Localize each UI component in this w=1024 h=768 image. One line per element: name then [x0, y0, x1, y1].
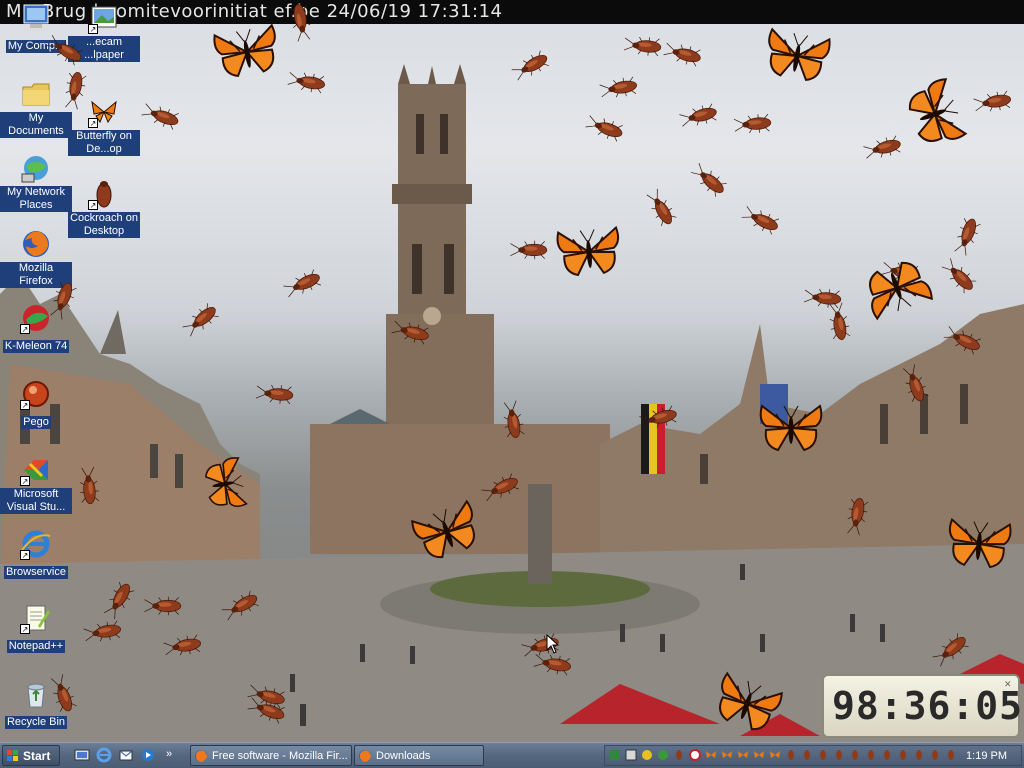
butterfly-sprite [212, 24, 282, 80]
tray-butterfly-icon[interactable] [753, 749, 765, 761]
tray-cockroach-icon[interactable] [865, 749, 877, 761]
cockroach-sprite [144, 596, 182, 616]
desktop-icon-my-network-places[interactable]: My Network Places [0, 152, 72, 213]
desktop-icon-visual-studio[interactable]: ↗ Microsoft Visual Stu... [0, 454, 72, 515]
visual-studio-icon: ↗ [20, 454, 52, 486]
notepad-icon: ↗ [20, 602, 52, 634]
tray-cockroach-icon[interactable] [801, 749, 813, 761]
computer-icon [20, 2, 52, 34]
task-button-label: Downloads [376, 750, 431, 762]
internet-explorer-icon[interactable] [96, 747, 112, 763]
firefox-icon [359, 750, 371, 762]
show-desktop-icon[interactable] [74, 747, 90, 763]
desktop-icon-notepad-plus-plus[interactable]: ↗ Notepad++ [0, 602, 72, 654]
desktop-icon-label: Butterfly on De...op [68, 130, 140, 156]
webcam-caption: M t Brug | comitevoorinitiat ef.be 24/06… [0, 0, 1024, 24]
tray-app-icon[interactable] [657, 749, 669, 761]
folder-icon [20, 78, 52, 110]
tray-butterfly-icon[interactable] [737, 749, 749, 761]
tray-clock[interactable]: 1:19 PM [966, 746, 1007, 766]
tray-cockroach-icon[interactable] [785, 749, 797, 761]
pego-icon: ↗ [20, 378, 52, 410]
task-button-firefox[interactable]: Free software - Mozilla Fir... [190, 745, 352, 766]
tray-butterfly-icon[interactable] [721, 749, 733, 761]
butterfly-icon: ↗ [88, 96, 120, 128]
cockroach-sprite [510, 240, 548, 260]
tray-cockroach-icon[interactable] [897, 749, 909, 761]
desktop-clock-widget[interactable]: ✕ 98:36:05 [822, 674, 1024, 738]
webcam-wallpaper [0, 64, 1024, 742]
desktop-icon-browservice[interactable]: ↗ Browservice [0, 528, 72, 580]
desktop[interactable]: M t Brug | comitevoorinitiat ef.be 24/06… [0, 0, 1024, 742]
internet-explorer-icon: ↗ [20, 528, 52, 560]
firefox-icon [20, 228, 52, 260]
windows-media-icon[interactable] [140, 747, 156, 763]
tray-cockroach-icon[interactable] [929, 749, 941, 761]
cockroach-sprite [77, 466, 101, 505]
butterfly-sprite [945, 518, 1013, 570]
tray-app-icon[interactable] [641, 749, 653, 761]
tray-butterfly-icon[interactable] [705, 749, 717, 761]
butterfly-sprite [762, 28, 832, 84]
clock-time: 98:36:05 [832, 684, 1024, 728]
taskbar: Start » Free software - Mozilla Fir... D… [0, 742, 1024, 768]
butterfly-sprite [555, 226, 623, 278]
tray-cockroach-icon[interactable] [849, 749, 861, 761]
mouse-pointer-icon [546, 634, 560, 654]
tray-clock-icon[interactable] [689, 749, 701, 761]
firefox-icon [195, 750, 207, 762]
task-button-downloads[interactable]: Downloads [354, 745, 484, 766]
desktop-icon-label: Pego [21, 416, 51, 429]
butterfly-sprite [759, 405, 823, 451]
desktop-icon-label: Recycle Bin [4, 716, 68, 729]
task-button-label: Free software - Mozilla Fir... [212, 750, 347, 762]
tray-app-icon[interactable] [625, 749, 637, 761]
quick-launch-overflow-icon[interactable]: » [166, 744, 172, 764]
start-button[interactable]: Start [2, 745, 60, 766]
start-label: Start [23, 749, 51, 763]
desktop-icon-label: Microsoft Visual Stu... [0, 488, 72, 514]
tray-cockroach-icon[interactable] [833, 749, 845, 761]
picture-icon: ↗ [88, 2, 120, 34]
tray-cockroach-icon[interactable] [881, 749, 893, 761]
desktop-icon-label: Notepad++ [6, 640, 66, 653]
desktop-icon-cockroach-on-desktop[interactable]: ↗ Cockroach on Desktop [68, 178, 140, 239]
tray-cockroach-icon[interactable] [673, 749, 685, 761]
desktop-icon-label: Cockroach on Desktop [68, 212, 140, 238]
desktop-icon-label: K-Meleon 74 [2, 340, 70, 353]
recycle-bin-icon [20, 678, 52, 710]
desktop-icon-label: My Network Places [0, 186, 72, 212]
network-icon [20, 152, 52, 184]
windows-logo-icon [7, 750, 18, 761]
desktop-icon-label: Browservice [4, 566, 68, 579]
tray-app-icon[interactable] [609, 749, 621, 761]
tray-butterfly-icon[interactable] [769, 749, 781, 761]
desktop-icon-label: My Documents [0, 112, 72, 138]
cockroach-sprite [255, 382, 294, 406]
butterfly-sprite [202, 456, 248, 512]
cockroach-sprite [733, 112, 772, 136]
system-tray: 1:19 PM [604, 745, 1022, 766]
tray-cockroach-icon[interactable] [817, 749, 829, 761]
desktop-icon-pego[interactable]: ↗ Pego [0, 378, 72, 430]
tray-cockroach-icon[interactable] [913, 749, 925, 761]
tray-cockroach-icon[interactable] [945, 749, 957, 761]
outlook-express-icon[interactable] [118, 747, 134, 763]
cockroach-icon: ↗ [88, 178, 120, 210]
